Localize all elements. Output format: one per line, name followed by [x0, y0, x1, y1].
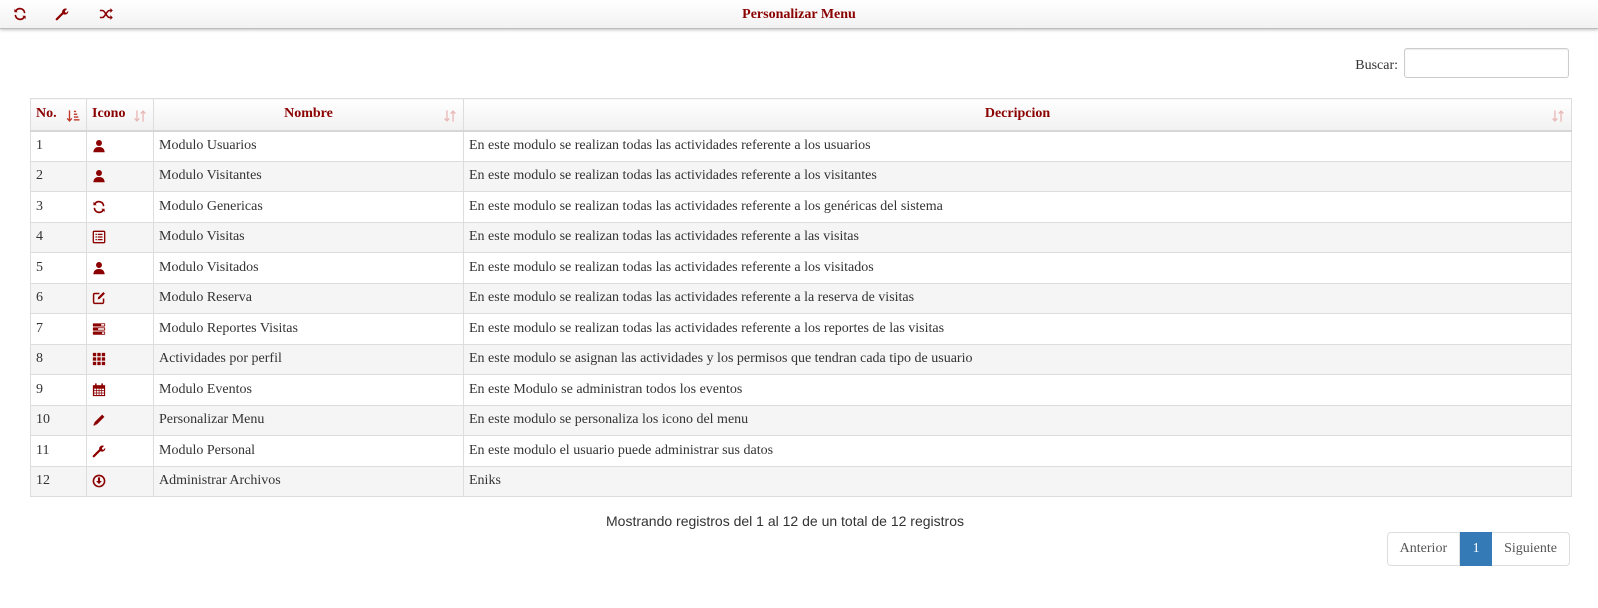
cell-no: 1 — [30, 130, 87, 162]
refresh-icon — [92, 200, 106, 214]
cell-name: Actividades por perfil — [153, 343, 464, 375]
table-body: 1 Modulo Usuarios En este modulo se realiz… — [30, 130, 1572, 497]
cell-icon — [86, 343, 154, 375]
cell-no: 4 — [30, 221, 87, 253]
edit-icon — [92, 291, 106, 305]
pagination-page-1[interactable]: 1 — [1460, 532, 1493, 566]
list-alt-icon — [92, 230, 106, 244]
cell-description: En este modulo se realizan todas las act… — [463, 221, 1572, 253]
cell-description: En este modulo se realizan todas las act… — [463, 160, 1572, 192]
table-row[interactable]: 11 Modulo Personal En este modulo el usuar… — [30, 435, 1572, 467]
pagination-next[interactable]: Siguiente — [1492, 532, 1570, 566]
cell-name: Modulo Eventos — [153, 374, 464, 406]
cell-name: Modulo Visitas — [153, 221, 464, 253]
cell-no: 12 — [30, 465, 87, 497]
table-row[interactable]: 5 Modulo Visitados En este modulo se reali… — [30, 252, 1572, 284]
cell-description: En este modulo se realizan todas las act… — [463, 313, 1572, 345]
cell-no: 6 — [30, 282, 87, 314]
sort-icon — [1551, 109, 1565, 123]
search-label: Buscar: — [1355, 57, 1398, 73]
sort-icon — [443, 109, 457, 123]
user-icon — [92, 261, 106, 275]
cell-description: En este modulo se personaliza los icono … — [463, 404, 1572, 436]
search-input[interactable] — [1404, 48, 1569, 78]
cell-name: Modulo Usuarios — [153, 130, 464, 162]
user-icon — [92, 139, 106, 153]
table-row[interactable]: 6 Modulo Reserva En este modulo se realiza… — [30, 282, 1572, 314]
cell-no: 3 — [30, 191, 87, 223]
table-row[interactable]: 12 Administrar Archivos Eniks — [30, 465, 1572, 497]
cell-description: En este modulo se realizan todas las act… — [463, 282, 1572, 314]
cell-description: En este modulo se realizan todas las act… — [463, 252, 1572, 284]
cell-icon — [86, 130, 154, 162]
pencil-icon — [92, 413, 106, 427]
table-header-row: No. Icono Nombre Decripcion — [30, 98, 1572, 132]
menu-table: No. Icono Nombre Decripcion 1 Modulo Usua… — [30, 98, 1572, 497]
column-header-no-label: No. — [36, 106, 57, 122]
table-info: Mostrando registros del 1 al 12 de un to… — [606, 513, 964, 529]
cell-icon — [86, 435, 154, 467]
table-row[interactable]: 10 Personalizar Menu En este modulo se per… — [30, 404, 1572, 436]
column-header-no[interactable]: No. — [30, 98, 87, 132]
cell-name: Modulo Visitados — [153, 252, 464, 284]
cell-name: Modulo Genericas — [153, 191, 464, 223]
cell-no: 10 — [30, 404, 87, 436]
calendar-icon — [92, 383, 106, 397]
pagination-prev[interactable]: Anterior — [1386, 532, 1461, 566]
cell-icon — [86, 313, 154, 345]
cell-description: En este modulo se realizan todas las act… — [463, 191, 1572, 223]
cell-name: Personalizar Menu — [153, 404, 464, 436]
cell-icon — [86, 252, 154, 284]
cell-icon — [86, 282, 154, 314]
cell-icon — [86, 465, 154, 497]
cell-description: En este modulo se asignan las actividade… — [463, 343, 1572, 375]
table-row[interactable]: 3 Modulo Genericas En este modulo se reali… — [30, 191, 1572, 223]
tasks-icon — [92, 322, 106, 336]
page-title: Personalizar Menu — [742, 7, 856, 22]
wrench-icon — [92, 444, 106, 458]
top-toolbar: Personalizar Menu — [0, 0, 1598, 29]
table-row[interactable]: 8 Actividades por perfil En este modulo se… — [30, 343, 1572, 375]
download-icon — [92, 474, 106, 488]
cell-no: 5 — [30, 252, 87, 284]
column-header-nombre[interactable]: Nombre — [153, 98, 464, 132]
cell-no: 11 — [30, 435, 87, 467]
column-header-icono-label: Icono — [92, 106, 126, 122]
cell-name: Modulo Personal — [153, 435, 464, 467]
cell-name: Modulo Reserva — [153, 282, 464, 314]
cell-no: 8 — [30, 343, 87, 375]
sort-ascending-icon — [66, 109, 80, 123]
column-header-decripcion-label: Decripcion — [984, 106, 1051, 122]
cell-icon — [86, 191, 154, 223]
user-icon — [92, 169, 106, 183]
cell-no: 2 — [30, 160, 87, 192]
cell-description: En este Modulo se administran todos los … — [463, 374, 1572, 406]
cell-no: 7 — [30, 313, 87, 345]
cell-name: Modulo Reportes Visitas — [153, 313, 464, 345]
table-row[interactable]: 2 Modulo Visitantes En este modulo se real… — [30, 160, 1572, 192]
cell-icon — [86, 160, 154, 192]
cell-icon — [86, 404, 154, 436]
table-row[interactable]: 1 Modulo Usuarios En este modulo se realiz… — [30, 130, 1572, 162]
cell-description: En este modulo el usuario puede administ… — [463, 435, 1572, 467]
table-row[interactable]: 7 Modulo Reportes Visitas En este modulo s… — [30, 313, 1572, 345]
cell-icon — [86, 374, 154, 406]
cell-name: Administrar Archivos — [153, 465, 464, 497]
cell-no: 9 — [30, 374, 87, 406]
cell-description: En este modulo se realizan todas las act… — [463, 130, 1572, 162]
cell-name: Modulo Visitantes — [153, 160, 464, 192]
pagination: Anterior 1 Siguiente — [1386, 532, 1570, 566]
column-header-decripcion[interactable]: Decripcion — [463, 98, 1572, 132]
search-area: Buscar: — [1355, 48, 1569, 78]
column-header-icono[interactable]: Icono — [86, 98, 154, 132]
table-row[interactable]: 4 Modulo Visitas En este modulo se realiza… — [30, 221, 1572, 253]
th-icon — [92, 352, 106, 366]
sort-icon — [133, 109, 147, 123]
column-header-nombre-label: Nombre — [284, 106, 333, 122]
table-row[interactable]: 9 Modulo Eventos En este Modulo se adminis… — [30, 374, 1572, 406]
cell-description: Eniks — [463, 465, 1572, 497]
cell-icon — [86, 221, 154, 253]
